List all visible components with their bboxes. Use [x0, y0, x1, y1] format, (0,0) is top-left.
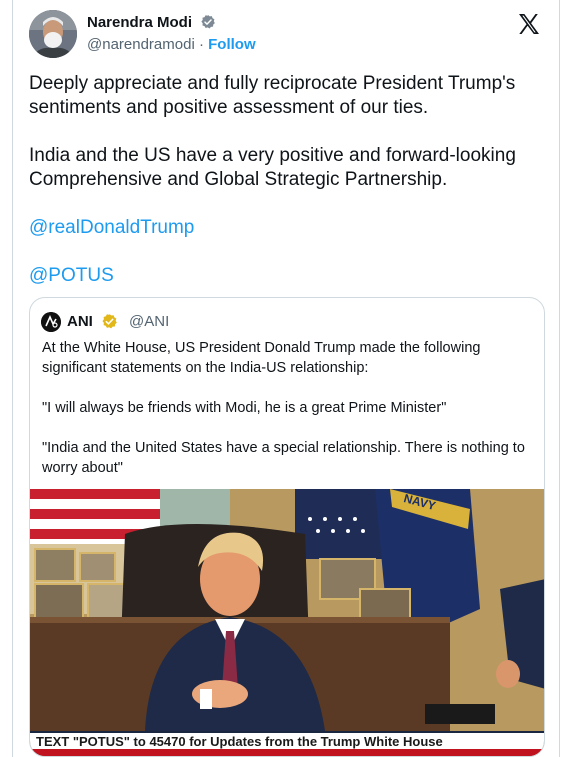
media-caption: TEXT "POTUS" to 45470 for Updates from t…	[30, 731, 544, 749]
author-handle-line: @narendramodi · Follow	[87, 36, 256, 53]
oval-office-photo: NAVY	[30, 489, 544, 731]
quoted-paragraph: "I will always be friends with Modi, he …	[42, 400, 447, 416]
quoted-name: ANI	[67, 313, 93, 330]
tweet-paragraph: India and the US have a very positive an…	[29, 145, 516, 190]
author-handle[interactable]: @narendramodi	[87, 36, 195, 53]
tweet-body: Deeply appreciate and fully reciprocate …	[29, 72, 549, 288]
tweet-paragraph: Deeply appreciate and fully reciprocate …	[29, 73, 516, 118]
author-name-text[interactable]: Narendra Modi	[87, 14, 192, 31]
tweet-card: Narendra Modi @narendramodi · Follow Dee…	[12, 0, 560, 757]
quoted-paragraph: At the White House, US President Donald …	[42, 340, 481, 376]
quoted-handle: @ANI	[129, 313, 170, 330]
mention-realdonaldtrump[interactable]: @realDonaldTrump	[29, 216, 549, 240]
quoted-media-image[interactable]: NAVY TEXT "POTUS" to 45470 for Updates f…	[30, 489, 544, 756]
mention-potus[interactable]: @POTUS	[29, 264, 549, 288]
follow-button[interactable]: Follow	[208, 36, 256, 53]
tweet-header: Narendra Modi @narendramodi · Follow	[29, 10, 545, 60]
author-avatar[interactable]	[29, 10, 77, 58]
author-name[interactable]: Narendra Modi	[87, 14, 216, 31]
quoted-tweet[interactable]: ANI @ANI At the White House, US Presiden…	[29, 297, 545, 757]
quoted-body: At the White House, US President Donald …	[42, 338, 536, 478]
separator: ·	[198, 36, 204, 53]
caption-red-stripe	[30, 749, 544, 756]
verified-badge-icon	[201, 15, 216, 29]
gold-verified-badge-icon	[102, 314, 117, 329]
quoted-paragraph: "India and the United States have a spec…	[42, 440, 525, 476]
x-logo-icon[interactable]	[517, 12, 541, 36]
quoted-avatar	[41, 312, 61, 332]
